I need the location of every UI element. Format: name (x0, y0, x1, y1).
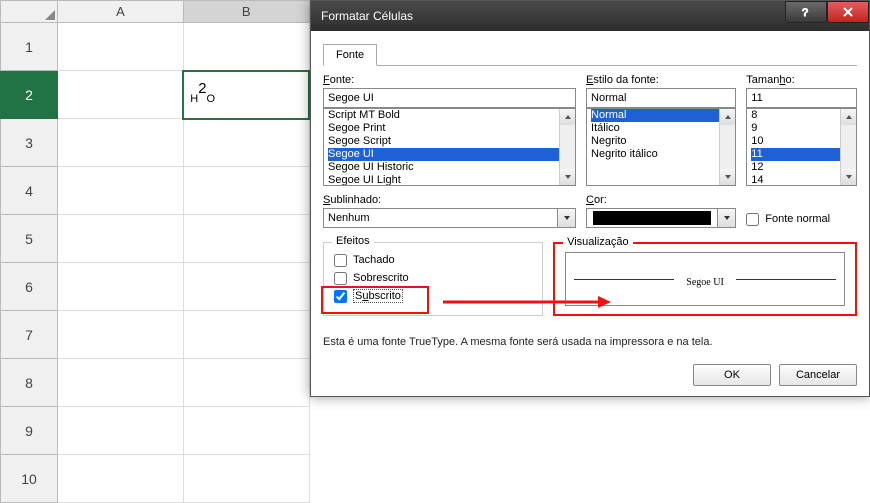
font-option[interactable]: Segoe Script (328, 135, 559, 148)
font-listbox[interactable]: Script MT Bold Segoe Print Segoe Script … (323, 108, 576, 186)
tab-strip: Fonte (323, 43, 857, 66)
row-header-5[interactable]: 5 (1, 215, 58, 263)
format-cells-dialog: Formatar Células ? Fonte FFonte:onte: Sc… (310, 0, 870, 397)
style-option[interactable]: Itálico (591, 122, 719, 135)
row-header-9[interactable]: 9 (1, 407, 58, 455)
underline-label: Sublinhado: (323, 194, 576, 206)
scroll-down-icon[interactable] (560, 169, 575, 185)
size-option[interactable]: 8 (751, 109, 840, 122)
ok-button[interactable]: OK (693, 364, 771, 386)
scrollbar[interactable] (840, 109, 856, 185)
chevron-down-icon[interactable] (558, 208, 576, 228)
font-input[interactable] (323, 88, 576, 108)
size-option[interactable]: 12 (751, 161, 840, 174)
size-input[interactable] (746, 88, 857, 108)
font-label: FFonte:onte: (323, 74, 576, 86)
normal-font-checkbox[interactable]: Fonte normal (746, 210, 857, 228)
scroll-up-icon[interactable] (720, 109, 735, 125)
font-option[interactable]: Script MT Bold (328, 109, 559, 122)
preview-text: Segoe UI (682, 277, 728, 288)
row-header-1[interactable]: 1 (1, 23, 58, 71)
size-option[interactable]: 11 (751, 148, 840, 161)
font-option[interactable]: Segoe UI Light (328, 174, 559, 186)
font-option[interactable]: Segoe UI Historic (328, 161, 559, 174)
superscript-checkbox[interactable]: Sobrescrito (334, 269, 532, 287)
size-listbox[interactable]: 8 9 10 11 12 14 (746, 108, 857, 186)
font-option[interactable]: Segoe Print (328, 122, 559, 135)
svg-text:?: ? (802, 7, 808, 18)
style-option[interactable]: Negrito (591, 135, 719, 148)
scroll-up-icon[interactable] (560, 109, 575, 125)
row-header-10[interactable]: 10 (1, 455, 58, 503)
dialog-title: Formatar Células (321, 9, 785, 23)
strike-checkbox[interactable]: Tachado (334, 251, 532, 269)
row-header-8[interactable]: 8 (1, 359, 58, 407)
normal-font-label: Fonte normal (765, 213, 830, 225)
row-header-3[interactable]: 3 (1, 119, 58, 167)
underline-value: Nenhum (328, 212, 370, 224)
row-header-7[interactable]: 7 (1, 311, 58, 359)
dialog-titlebar[interactable]: Formatar Células ? (311, 1, 869, 31)
help-button[interactable]: ? (785, 1, 827, 23)
row-header-4[interactable]: 4 (1, 167, 58, 215)
scroll-up-icon[interactable] (841, 109, 856, 125)
style-option[interactable]: Negrito itálico (591, 148, 719, 161)
scroll-down-icon[interactable] (841, 169, 856, 185)
column-header-b[interactable]: B (183, 1, 309, 23)
spreadsheet-grid: A B 1 2 H2O 3 4 5 6 7 8 9 10 (0, 0, 310, 503)
style-option[interactable]: Normal (591, 109, 719, 122)
column-header-a[interactable]: A (58, 1, 184, 23)
cancel-button[interactable]: Cancelar (779, 364, 857, 386)
size-option[interactable]: 14 (751, 174, 840, 186)
effects-label: Efeitos (332, 235, 374, 247)
chevron-down-icon[interactable] (718, 208, 736, 228)
color-select[interactable] (586, 208, 736, 228)
cell-value: H2O (190, 82, 215, 108)
tab-fonte[interactable]: Fonte (323, 44, 377, 66)
font-option[interactable]: Segoe UI (328, 148, 559, 161)
size-option[interactable]: 10 (751, 135, 840, 148)
color-label: Cor: (586, 194, 736, 206)
style-input[interactable] (586, 88, 736, 108)
preview-label: Visualização (563, 236, 633, 248)
underline-select[interactable]: Nenhum (323, 208, 576, 228)
style-listbox[interactable]: Normal Itálico Negrito Negrito itálico (586, 108, 736, 186)
scrollbar[interactable] (719, 109, 735, 185)
row-header-6[interactable]: 6 (1, 263, 58, 311)
close-button[interactable] (827, 1, 869, 23)
info-text: Esta é uma fonte TrueType. A mesma fonte… (323, 336, 857, 348)
color-swatch (593, 211, 711, 225)
row-header-2[interactable]: 2 (1, 71, 58, 119)
size-label: Tamanho: (746, 74, 857, 86)
highlight-box (321, 286, 429, 314)
scrollbar[interactable] (559, 109, 575, 185)
select-all-corner[interactable] (1, 1, 58, 23)
cell-b2[interactable]: H2O (183, 71, 309, 119)
cell-a2[interactable] (58, 71, 184, 119)
annotation-arrow-icon (443, 294, 613, 310)
style-label: Estilo da fonte: (586, 74, 736, 86)
scroll-down-icon[interactable] (720, 169, 735, 185)
size-option[interactable]: 9 (751, 122, 840, 135)
